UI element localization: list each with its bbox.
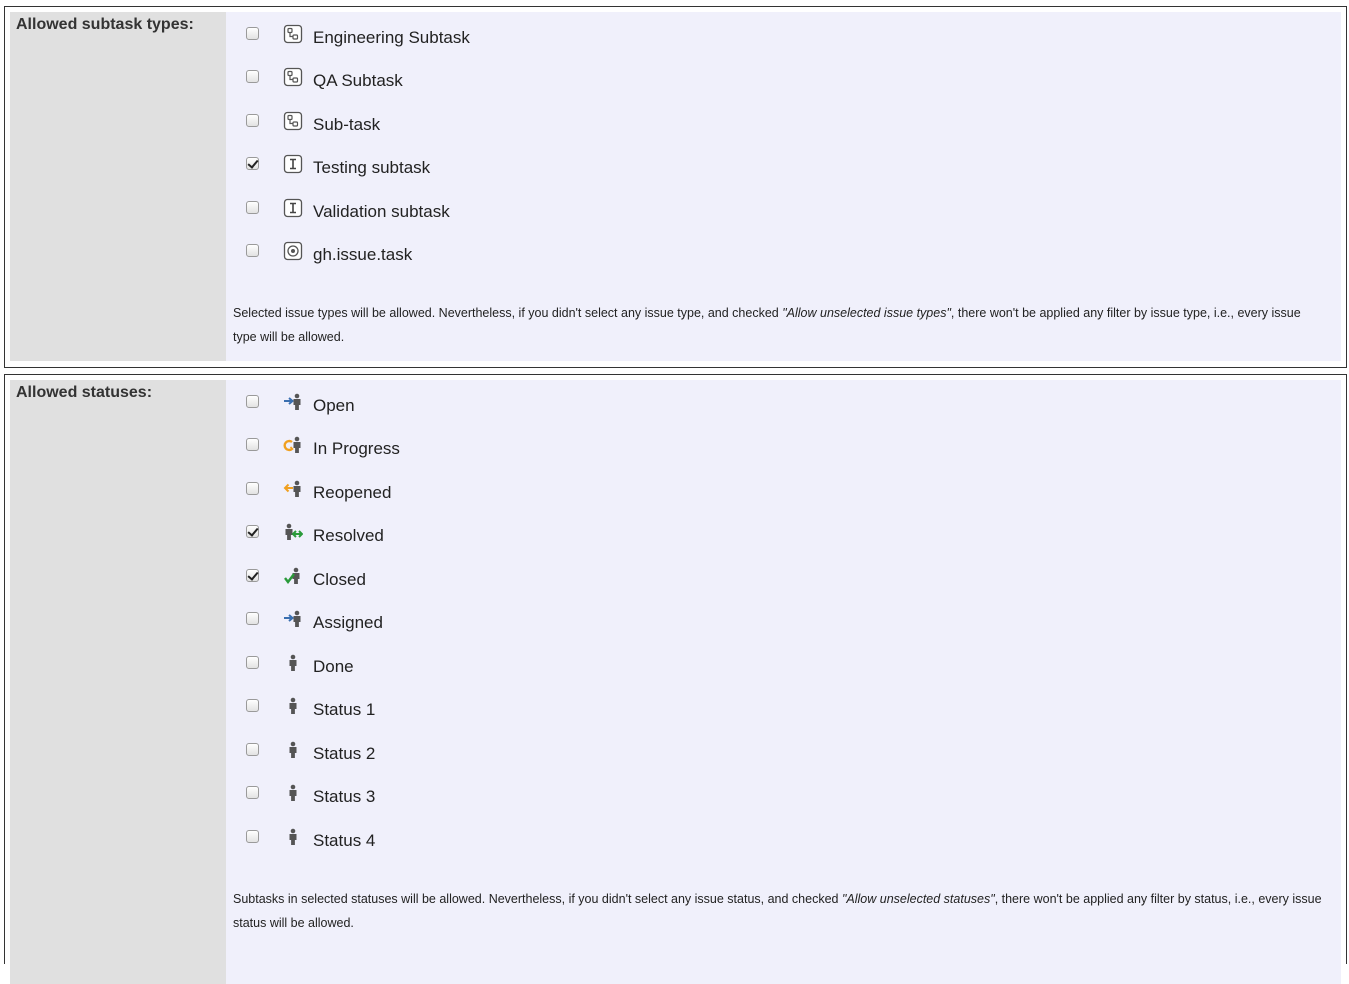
- checkbox[interactable]: [246, 569, 259, 582]
- option-label: Validation subtask: [313, 202, 450, 221]
- option-status-4[interactable]: Status 4: [226, 827, 1126, 857]
- option-validation-subtask[interactable]: Validation subtask: [226, 198, 1126, 228]
- desc-text: Subtasks in selected statuses will be al…: [233, 892, 842, 906]
- option-sub-task[interactable]: Sub-task: [226, 111, 1126, 141]
- option-assigned[interactable]: Assigned: [226, 609, 1126, 639]
- statuses-label: Allowed statuses:: [16, 384, 153, 401]
- option-label: Status 4: [313, 831, 376, 850]
- option-qa-subtask[interactable]: QA Subtask: [226, 67, 1126, 97]
- option-label: Open: [313, 396, 355, 415]
- checkbox[interactable]: [246, 395, 259, 408]
- checkbox[interactable]: [246, 27, 259, 40]
- checkbox[interactable]: [246, 201, 259, 214]
- checkbox[interactable]: [246, 157, 259, 170]
- option-closed[interactable]: Closed: [226, 566, 1126, 596]
- status-assigned-icon: [284, 610, 301, 627]
- option-label: Status 2: [313, 744, 376, 763]
- option-label: gh.issue.task: [313, 245, 413, 264]
- option-label: Resolved: [313, 526, 384, 545]
- checkbox[interactable]: [246, 525, 259, 538]
- checkbox[interactable]: [246, 114, 259, 127]
- desc-emphasis: "Allow unselected issue types": [782, 306, 951, 320]
- status-open-icon: [284, 393, 301, 410]
- info-box-icon: [283, 198, 303, 218]
- option-label: Engineering Subtask: [313, 28, 470, 47]
- status-closed-icon: [284, 567, 300, 584]
- option-in-progress[interactable]: In Progress: [226, 435, 1126, 465]
- subtask-types-section: Allowed subtask types: Engineering Subta…: [4, 6, 1347, 368]
- option-label: Closed: [313, 570, 366, 589]
- statuses-section: Allowed statuses: Open In Progress Reope…: [4, 374, 1347, 984]
- checkbox[interactable]: [246, 70, 259, 83]
- option-testing-subtask[interactable]: Testing subtask: [226, 154, 1126, 184]
- desc-emphasis: "Allow unselected statuses": [841, 892, 995, 906]
- option-engineering-subtask[interactable]: Engineering Subtask: [226, 24, 1126, 54]
- option-label: Status 3: [313, 787, 376, 806]
- checkbox[interactable]: [246, 656, 259, 669]
- option-status-2[interactable]: Status 2: [226, 740, 1126, 770]
- checkbox[interactable]: [246, 482, 259, 495]
- option-open[interactable]: Open: [226, 392, 1126, 422]
- status-resolved-icon: [285, 523, 303, 540]
- checkbox[interactable]: [246, 438, 259, 451]
- subtask-types-label: Allowed subtask types:: [16, 16, 194, 33]
- subtask-types-description: Selected issue types will be allowed. Ne…: [233, 301, 1327, 349]
- status-generic-icon: [289, 697, 297, 714]
- option-label: Testing subtask: [313, 158, 431, 177]
- option-done[interactable]: Done: [226, 653, 1126, 683]
- status-reopened-icon: [283, 480, 301, 497]
- checkbox[interactable]: [246, 612, 259, 625]
- info-box-icon: [283, 154, 303, 174]
- subtask-icon: [283, 24, 303, 44]
- checkbox[interactable]: [246, 786, 259, 799]
- option-resolved[interactable]: Resolved: [226, 522, 1126, 552]
- subtask-types-label-cell: Allowed subtask types:: [10, 12, 226, 361]
- option-label: Sub-task: [313, 115, 381, 134]
- checkbox[interactable]: [246, 743, 259, 756]
- option-reopened[interactable]: Reopened: [226, 479, 1126, 509]
- checkbox[interactable]: [246, 244, 259, 257]
- option-label: Assigned: [313, 613, 383, 632]
- option-label: Done: [313, 657, 354, 676]
- option-status-1[interactable]: Status 1: [226, 696, 1126, 726]
- option-gh-issue-task[interactable]: gh.issue.task: [226, 241, 1126, 271]
- checkbox[interactable]: [246, 699, 259, 712]
- option-label: Reopened: [313, 483, 392, 502]
- status-inprogress-icon: [283, 436, 301, 453]
- statuses-options: Open In Progress Reopened Resolved Close…: [226, 380, 1341, 984]
- checkbox[interactable]: [246, 830, 259, 843]
- desc-text: Selected issue types will be allowed. Ne…: [233, 306, 783, 320]
- option-label: Status 1: [313, 700, 376, 719]
- subtask-icon: [283, 111, 303, 131]
- option-label: QA Subtask: [313, 71, 403, 90]
- statuses-description: Subtasks in selected statuses will be al…: [233, 887, 1327, 935]
- status-generic-icon: [289, 741, 297, 758]
- target-icon: [283, 241, 303, 261]
- subtask-icon: [283, 67, 303, 87]
- statuses-label-cell: Allowed statuses:: [10, 380, 226, 984]
- option-status-3[interactable]: Status 3: [226, 783, 1126, 813]
- subtask-types-options: Engineering Subtask QA Subtask Sub-task …: [226, 12, 1341, 361]
- status-generic-icon: [289, 828, 297, 845]
- option-label: In Progress: [313, 439, 400, 458]
- status-generic-icon: [289, 654, 297, 671]
- status-generic-icon: [289, 784, 297, 801]
